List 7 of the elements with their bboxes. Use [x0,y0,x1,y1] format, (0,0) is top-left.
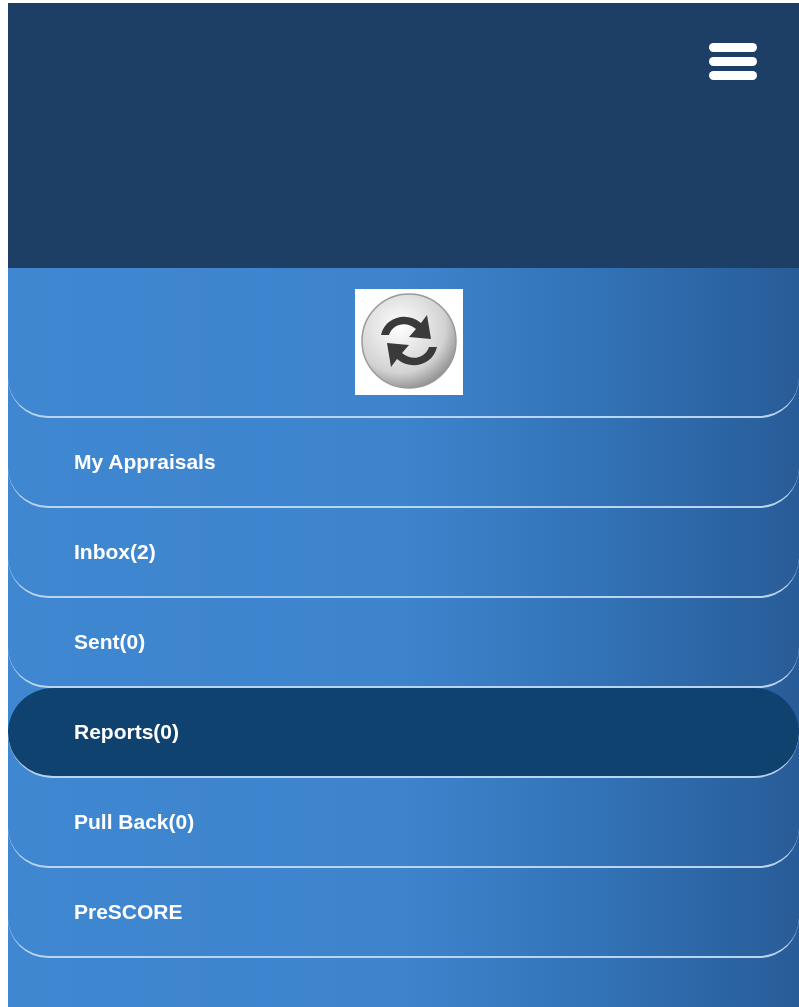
menu-icon[interactable] [709,43,757,81]
menu-item[interactable]: PreSCORE [8,868,799,958]
menu-item[interactable]: Pull Back(0) [8,778,799,868]
menu-item[interactable]: Inbox(2) [8,508,799,598]
refresh-icon[interactable] [354,289,463,395]
menu-item[interactable]: My Appraisals [8,418,799,508]
menu-item[interactable]: Reports(0) [8,688,799,778]
